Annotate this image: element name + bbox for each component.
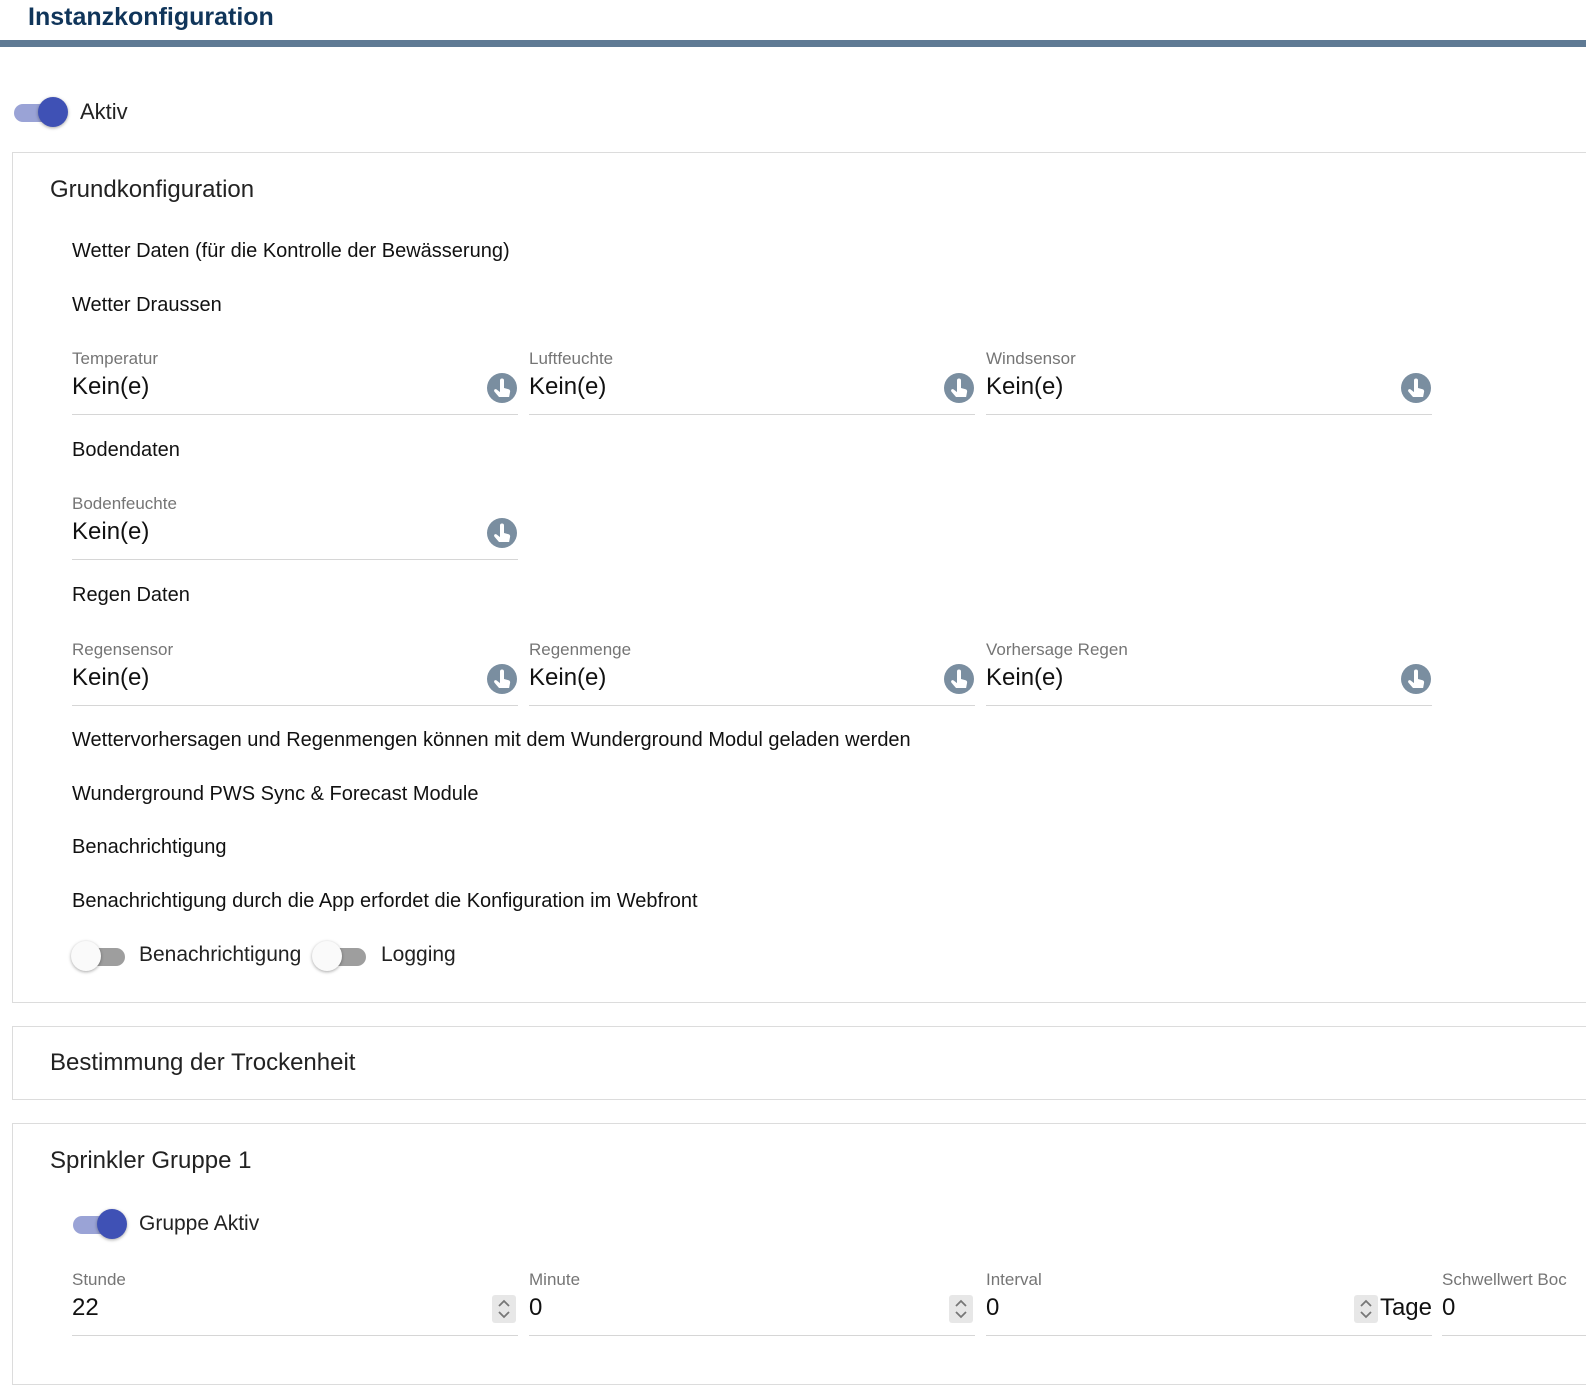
pointer-hand-icon[interactable] (487, 664, 517, 694)
field-label: Interval (986, 1270, 1042, 1289)
dryness-title[interactable]: Bestimmung der Trockenheit (50, 1049, 355, 1077)
field-value: 22 (72, 1294, 99, 1321)
field-label: Bodenfeuchte (72, 494, 177, 513)
toggle-knob (71, 941, 101, 971)
notification-hint: Benachrichtigung durch die App erfordet … (72, 890, 698, 912)
wunderground-module-label: Wunderground PWS Sync & Forecast Module (72, 783, 479, 805)
rain-forecast-select[interactable]: Vorhersage Regen Kein(e) (986, 640, 1432, 706)
field-underline (72, 414, 518, 415)
field-label: Vorhersage Regen (986, 640, 1128, 659)
weather-data-heading: Wetter Daten (für die Kontrolle der Bewä… (72, 240, 510, 262)
field-underline (986, 1335, 1432, 1336)
logging-toggle-label: Logging (381, 943, 456, 966)
minute-number-input[interactable]: Minute 0 (529, 1270, 975, 1336)
notification-heading: Benachrichtigung (72, 836, 227, 858)
title-bar: Instanzkonfiguration (0, 0, 1586, 47)
pointer-hand-icon[interactable] (487, 373, 517, 403)
field-underline (72, 559, 518, 560)
wind-sensor-select[interactable]: Windsensor Kein(e) (986, 349, 1432, 415)
field-label: Minute (529, 1270, 581, 1289)
toggle-knob (38, 97, 68, 127)
dryness-panel[interactable]: Bestimmung der Trockenheit (12, 1026, 1586, 1100)
pointer-hand-icon[interactable] (944, 373, 974, 403)
field-label: Luftfeuchte (529, 349, 614, 368)
field-value: Kein(e) (529, 373, 607, 400)
field-underline (986, 705, 1432, 706)
notification-toggle[interactable] (71, 938, 127, 974)
title-divider (0, 40, 1586, 47)
soil-moisture-select[interactable]: Bodenfeuchte Kein(e) (72, 494, 518, 560)
field-underline (529, 705, 975, 706)
field-value: Kein(e) (72, 518, 150, 545)
humidity-select[interactable]: Luftfeuchte Kein(e) (529, 349, 975, 415)
field-underline (986, 414, 1432, 415)
pointer-hand-icon[interactable] (487, 518, 517, 548)
instance-active-toggle[interactable] (12, 94, 68, 130)
pointer-hand-icon[interactable] (944, 664, 974, 694)
field-value: 0 (1442, 1294, 1456, 1321)
field-underline (529, 1335, 975, 1336)
hour-number-input[interactable]: Stunde 22 (72, 1270, 518, 1336)
rain-data-heading: Regen Daten (72, 584, 190, 606)
logging-toggle[interactable] (312, 938, 368, 974)
rain-amount-select[interactable]: Regenmenge Kein(e) (529, 640, 975, 706)
temperature-select[interactable]: Temperatur Kein(e) (72, 349, 518, 415)
basic-config-title: Grundkonfiguration (50, 176, 255, 203)
field-label: Regenmenge (529, 640, 632, 659)
wunderground-hint: Wettervorhersagen und Regenmengen können… (72, 729, 911, 751)
field-value: Kein(e) (529, 664, 607, 691)
notification-toggle-label: Benachrichtigung (139, 943, 302, 966)
toggle-knob (97, 1209, 127, 1239)
spinner-arrows-icon[interactable] (1354, 1295, 1378, 1323)
field-value: Kein(e) (986, 373, 1064, 400)
page-title: Instanzkonfiguration (28, 3, 274, 31)
rain-sensor-select[interactable]: Regensensor Kein(e) (72, 640, 518, 706)
group-active-toggle[interactable] (71, 1206, 127, 1242)
field-underline (529, 414, 975, 415)
instance-active-label: Aktiv (80, 99, 128, 124)
pointer-hand-icon[interactable] (1401, 664, 1431, 694)
field-underline (72, 705, 518, 706)
basic-config-panel: Grundkonfiguration Wetter Daten (für die… (12, 152, 1586, 1003)
field-value: Kein(e) (986, 664, 1064, 691)
field-value: Kein(e) (72, 664, 150, 691)
threshold-number-input[interactable]: Schwellwert Boc 0 (1442, 1270, 1586, 1336)
pointer-hand-icon[interactable] (1401, 373, 1431, 403)
field-underline (72, 1335, 518, 1336)
group-active-label: Gruppe Aktiv (139, 1212, 260, 1235)
sprinkler-group-1-panel: Sprinkler Gruppe 1 Gruppe Aktiv Stunde 2… (12, 1123, 1586, 1385)
field-label: Temperatur (72, 349, 158, 368)
field-label: Regensensor (72, 640, 174, 659)
field-label: Windsensor (986, 349, 1076, 368)
field-label: Stunde (72, 1270, 126, 1289)
weather-outside-heading: Wetter Draussen (72, 294, 222, 316)
field-label: Schwellwert Boc (1442, 1270, 1567, 1289)
field-value: Kein(e) (72, 373, 150, 400)
interval-unit: Tage (1379, 1294, 1432, 1321)
interval-number-input[interactable]: Interval 0 Tage (986, 1270, 1432, 1336)
spinner-arrows-icon[interactable] (949, 1295, 973, 1323)
field-value: 0 (986, 1294, 1000, 1321)
field-underline (1442, 1335, 1586, 1336)
field-value: 0 (529, 1294, 543, 1321)
soil-data-heading: Bodendaten (72, 439, 180, 461)
spinner-arrows-icon[interactable] (492, 1295, 516, 1323)
sprinkler-group-title: Sprinkler Gruppe 1 (50, 1147, 252, 1174)
toggle-knob (312, 941, 342, 971)
